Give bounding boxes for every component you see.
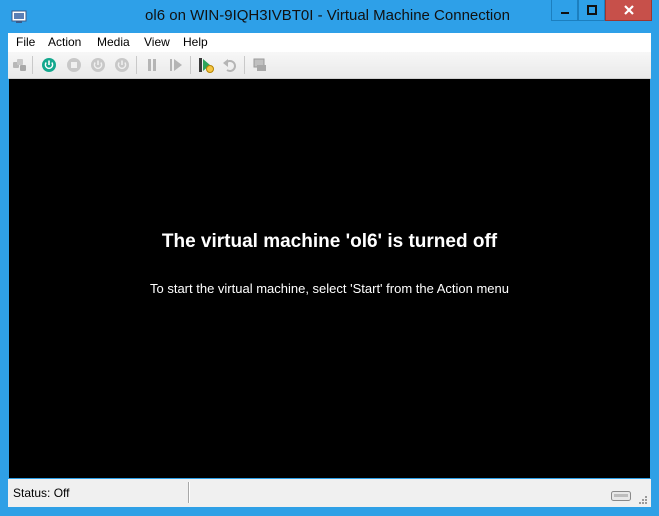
reset-icon <box>170 59 182 71</box>
ctrl-alt-del-icon <box>13 59 26 71</box>
minimize-icon <box>560 12 569 14</box>
menu-action[interactable]: Action <box>48 35 81 49</box>
toolbar-separator <box>244 56 245 74</box>
menu-help[interactable]: Help <box>183 35 208 49</box>
pause-button[interactable] <box>143 56 161 74</box>
vm-connection-app-icon[interactable] <box>11 8 27 24</box>
revert-icon <box>223 59 236 72</box>
close-button[interactable] <box>605 0 652 21</box>
reset-button[interactable] <box>167 56 185 74</box>
turn-off-icon <box>67 58 81 72</box>
menu-view[interactable]: View <box>144 35 170 49</box>
enhanced-session-button[interactable] <box>251 56 269 74</box>
checkpoint-icon <box>199 58 214 73</box>
vm-off-title: The virtual machine 'ol6' is turned off <box>161 231 498 252</box>
save-button[interactable] <box>113 56 131 74</box>
close-icon <box>623 5 634 15</box>
window-title: ol6 on WIN-9IQH3IVBT0I - Virtual Machine… <box>145 7 510 24</box>
title-bar[interactable]: ol6 on WIN-9IQH3IVBT0I - Virtual Machine… <box>0 0 659 33</box>
menu-media[interactable]: Media <box>97 35 130 49</box>
maximize-button[interactable] <box>578 0 605 21</box>
shut-down-button[interactable] <box>89 56 107 74</box>
checkpoint-button[interactable] <box>197 56 215 74</box>
maximize-icon <box>586 5 597 15</box>
enhanced-session-icon <box>253 58 266 71</box>
vm-off-message: To start the virtual machine, select 'St… <box>149 281 509 296</box>
vm-display[interactable]: The virtual machine 'ol6' is turned off … <box>9 79 650 478</box>
menu-bar: File Action Media View Help <box>8 33 651 52</box>
status-text: Status: Off <box>13 486 70 500</box>
shut-down-icon <box>91 58 105 72</box>
revert-button[interactable] <box>221 56 239 74</box>
minimize-button[interactable] <box>551 0 578 21</box>
toolbar-separator <box>136 56 137 74</box>
resize-grip-icon[interactable] <box>638 495 648 505</box>
keyboard-icon <box>611 491 631 501</box>
ctrl-alt-del-button[interactable] <box>11 56 29 74</box>
start-button[interactable] <box>40 56 58 74</box>
toolbar-separator <box>190 56 191 74</box>
menu-file[interactable]: File <box>16 35 35 49</box>
pause-icon <box>148 59 156 71</box>
start-icon <box>42 58 56 72</box>
status-bar: Status: Off <box>8 479 651 507</box>
toolbar-separator <box>32 56 33 74</box>
save-icon <box>115 58 129 72</box>
turn-off-button[interactable] <box>65 56 83 74</box>
status-separator-highlight <box>189 482 190 503</box>
toolbar <box>8 52 651 79</box>
vm-connection-window: ol6 on WIN-9IQH3IVBT0I - Virtual Machine… <box>0 0 659 516</box>
